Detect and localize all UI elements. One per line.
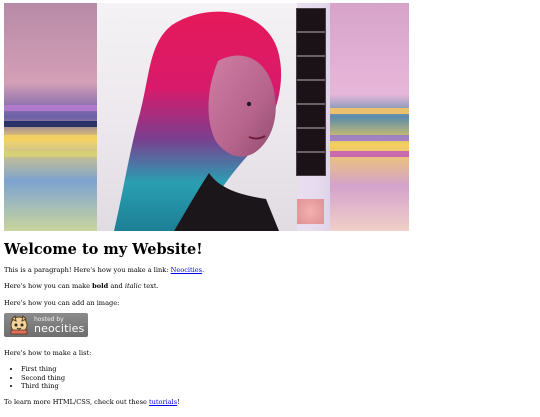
formatting-mid: and [108,282,125,291]
bold-text: bold [92,282,109,291]
list-item: First thing [21,365,536,373]
portrait-figure [114,11,282,231]
formatting-prefix: Here's how you can make [4,282,93,291]
hosted-by-neocities-badge[interactable]: hosted by neocities [4,312,88,337]
page-title: Welcome to my Website! [4,241,203,258]
italic-text: italic [124,282,142,291]
list-item: Second thing [21,374,536,382]
paragraph-image-example: Here's how you can add an image: [4,298,120,307]
neocities-cat-icon [10,314,28,335]
paragraph-text: This is a paragraph! Here's how you make… [4,266,171,275]
list-item: Third thing [21,382,536,390]
badge-neocities-label: neocities [34,321,85,335]
page: Welcome to my Website! This is a paragra… [0,0,540,417]
paragraph-formatting-example: Here's how you can make bold and italic … [4,282,536,290]
formatting-suffix: text. [141,282,159,291]
neocities-link[interactable]: Neocities [171,266,203,274]
paragraph-end: . [202,266,205,275]
example-list: First thing Second thing Third thing [4,365,536,390]
hero-image [4,3,409,231]
paragraph-link-example: This is a paragraph! Here's how you make… [4,266,536,274]
paragraph-list-example: Here's how to make a list: [4,349,92,358]
